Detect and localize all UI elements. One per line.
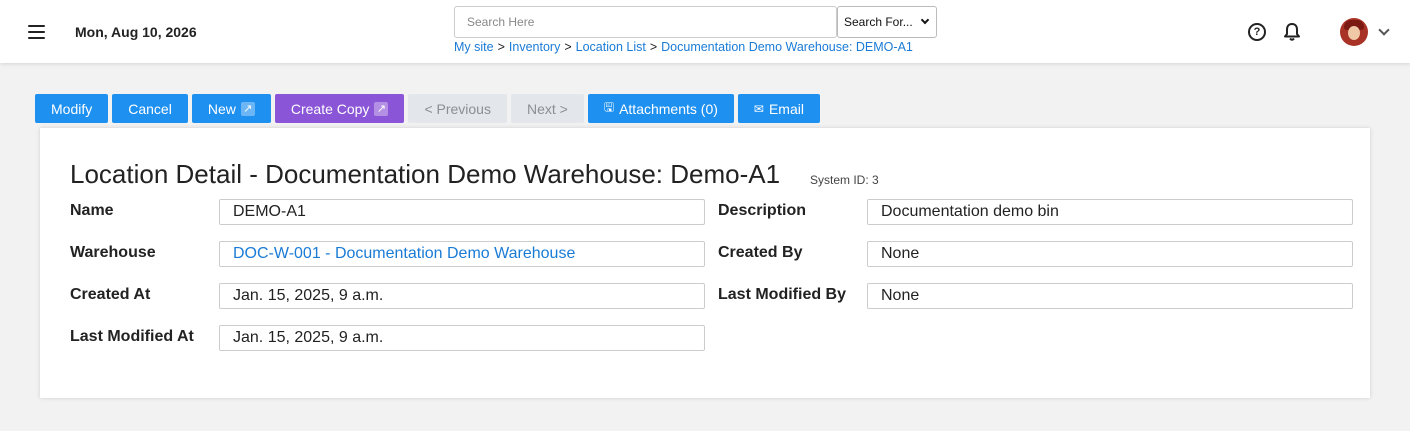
cancel-button[interactable]: Cancel	[112, 94, 188, 123]
external-link-icon: ↗	[374, 101, 389, 116]
name-field: DEMO-A1	[219, 199, 705, 225]
previous-button[interactable]: < Previous	[408, 94, 507, 123]
created-by-field: None	[867, 241, 1353, 267]
email-icon: ✉	[753, 101, 764, 116]
created-at-field: Jan. 15, 2025, 9 a.m.	[219, 283, 705, 309]
external-link-icon: ↗	[240, 101, 255, 116]
search-input[interactable]	[454, 6, 837, 38]
name-label: Name	[70, 202, 114, 219]
last-modified-by-field: None	[867, 283, 1353, 309]
menu-icon[interactable]	[28, 25, 45, 39]
breadcrumb: My site > Inventory > Location List > Document…	[454, 40, 913, 54]
help-icon[interactable]: ?	[1248, 23, 1266, 41]
breadcrumb-location-list[interactable]: Location List	[576, 40, 646, 54]
description-label: Description	[718, 202, 807, 219]
breadcrumb-current-location[interactable]: Documentation Demo Warehouse: DEMO-A1	[661, 40, 913, 54]
create-copy-button[interactable]: Create Copy ↗	[274, 94, 405, 123]
new-button-label: New	[207, 100, 236, 117]
breadcrumb-inventory[interactable]: Inventory	[509, 40, 560, 54]
last-modified-at-field: Jan. 15, 2025, 9 a.m.	[219, 325, 705, 351]
warehouse-link[interactable]: DOC-W-001 - Documentation Demo Warehouse	[219, 241, 705, 267]
current-date: Mon, Aug 10, 2026	[75, 24, 197, 40]
system-id: System ID: 3	[810, 173, 879, 187]
modify-button[interactable]: Modify	[35, 94, 109, 123]
description-field: Documentation demo bin	[867, 199, 1353, 225]
action-toolbar: Modify Cancel New ↗ Create Copy ↗ < Prev…	[35, 94, 820, 123]
attachments-button[interactable]: 🖫 Attachments (0)	[587, 94, 734, 123]
location-detail-card: Location Detail - Documentation Demo War…	[40, 128, 1370, 398]
top-bar: Mon, Aug 10, 2026 Search For... My site>…	[0, 0, 1410, 63]
breadcrumb-my-site[interactable]: My site	[454, 40, 494, 54]
chevron-down-icon[interactable]	[1378, 24, 1390, 36]
page-title: Location Detail - Documentation Demo War…	[70, 159, 781, 189]
search-for-select[interactable]: Search For...	[837, 6, 937, 38]
attachment-icon: 🖫	[603, 100, 615, 114]
warehouse-label: Warehouse	[70, 244, 156, 261]
attachments-button-label: Attachments (0)	[619, 100, 718, 117]
email-button-label: Email	[768, 100, 804, 117]
search-select-value: Search For...	[844, 15, 913, 29]
bell-icon[interactable]	[1283, 22, 1301, 42]
last-modified-by-label: Last Modified By	[718, 286, 847, 303]
created-at-label: Created At	[70, 286, 151, 303]
create-copy-button-label: Create Copy	[290, 100, 370, 117]
chevron-down-icon	[920, 15, 930, 25]
avatar[interactable]	[1340, 18, 1368, 46]
new-button[interactable]: New ↗	[191, 94, 271, 123]
created-by-label: Created By	[718, 244, 803, 261]
next-button[interactable]: Next >	[510, 94, 584, 123]
last-modified-at-label: Last Modified At	[70, 328, 194, 345]
email-button[interactable]: ✉ Email	[737, 94, 820, 123]
